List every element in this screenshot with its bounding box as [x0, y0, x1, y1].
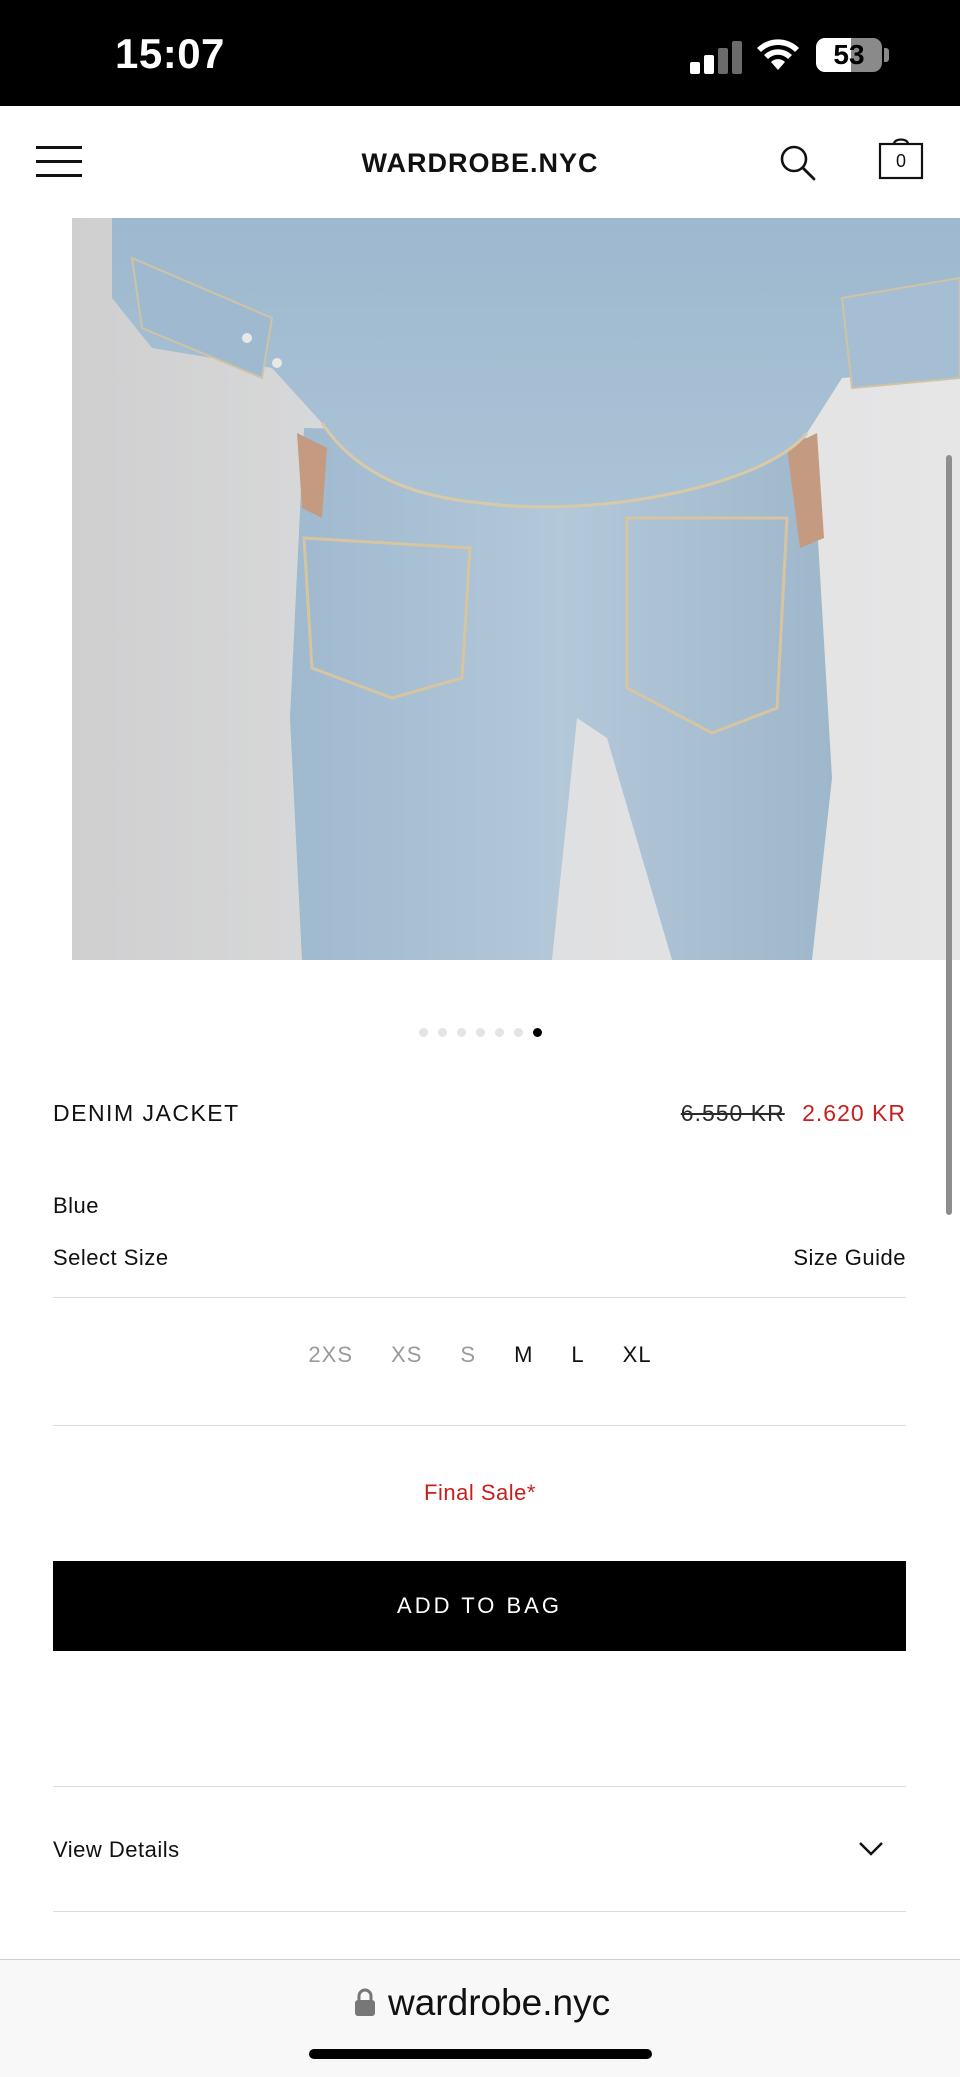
status-time: 15:07: [115, 30, 225, 77]
final-sale-notice: Final Sale*: [424, 1480, 536, 1505]
product-name: DENIM JACKET: [53, 1100, 240, 1126]
wifi-icon: [757, 39, 799, 70]
size-option-m[interactable]: M: [514, 1342, 533, 1368]
site-header: WARDROBE.NYC 0: [0, 106, 960, 218]
product-color: Blue: [53, 1193, 100, 1218]
product-photo: [72, 218, 960, 960]
gallery-pagination: [0, 1028, 960, 1037]
shopping-bag-icon[interactable]: 0: [878, 136, 924, 182]
browser-address-bar: wardrobe.nyc: [0, 1959, 960, 2077]
divider: [53, 1425, 906, 1426]
gallery-dot[interactable]: [513, 1028, 523, 1037]
view-details-label: View Details: [53, 1837, 180, 1862]
size-option-2xs[interactable]: 2XS: [308, 1342, 353, 1368]
size-option-xs[interactable]: XS: [391, 1342, 422, 1368]
battery-nub: [884, 48, 889, 62]
gallery-dot[interactable]: [532, 1028, 542, 1037]
price: 6.550 KR 2.620 KR: [681, 1100, 906, 1127]
divider: [53, 1911, 906, 1912]
page-scrollbar[interactable]: [946, 455, 952, 1215]
view-details-accordion[interactable]: View Details: [53, 1786, 906, 1912]
size-selector: 2XS XS S M L XL: [0, 1342, 960, 1368]
battery-level: 53: [833, 39, 865, 70]
search-icon[interactable]: [778, 143, 816, 181]
sale-price: 2.620 KR: [802, 1100, 906, 1126]
size-option-xl[interactable]: XL: [623, 1342, 652, 1368]
gallery-dot[interactable]: [437, 1028, 447, 1037]
cellular-signal-icon: [690, 38, 742, 74]
size-option-l[interactable]: L: [571, 1342, 584, 1368]
lock-icon: [355, 1988, 375, 2016]
size-option-s[interactable]: S: [460, 1342, 476, 1368]
bag-count: 0: [895, 151, 906, 171]
divider: [53, 1297, 906, 1298]
original-price: 6.550 KR: [680, 1100, 785, 1126]
gallery-dot[interactable]: [494, 1028, 504, 1037]
add-to-bag-button[interactable]: ADD TO BAG: [53, 1561, 906, 1651]
size-guide-link[interactable]: Size Guide: [793, 1245, 906, 1271]
gallery-dot[interactable]: [475, 1028, 485, 1037]
gallery-dot[interactable]: [418, 1028, 428, 1037]
select-size-label: Select Size: [53, 1245, 169, 1270]
home-indicator[interactable]: [309, 2049, 652, 2059]
gallery-dot[interactable]: [456, 1028, 466, 1037]
product-image[interactable]: [72, 218, 960, 960]
url-field[interactable]: wardrobe.nyc: [388, 1982, 610, 2024]
brand-logo[interactable]: WARDROBE.NYC: [0, 148, 960, 179]
status-bar: 15:07 53: [0, 0, 960, 106]
chevron-down-icon: [859, 1842, 883, 1856]
